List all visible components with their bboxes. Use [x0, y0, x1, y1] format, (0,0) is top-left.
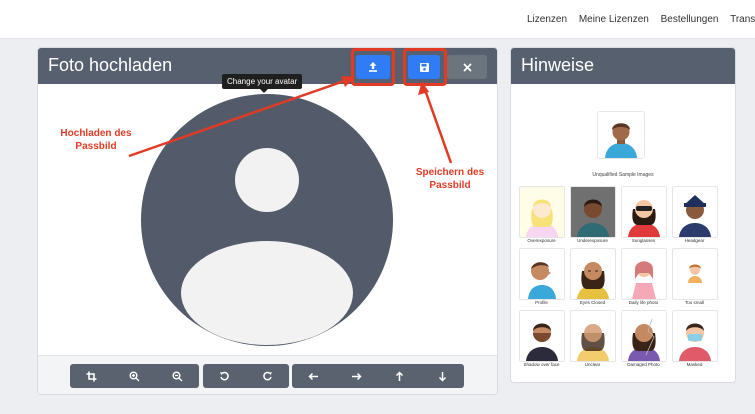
sample-images-caption: Unqualified Sample Images — [592, 172, 654, 178]
nav-link-lizenzen[interactable]: Lizenzen — [527, 14, 567, 25]
sample-good-photo — [597, 111, 645, 159]
sample-damaged-photo: Damaged Photo — [621, 310, 667, 370]
sample-label: Daily life photo — [628, 300, 659, 305]
sample-profile: Profile — [519, 248, 565, 308]
masked-person-icon — [673, 311, 717, 361]
rotate-right-button[interactable] — [246, 364, 289, 388]
upload-button-highlight — [351, 48, 395, 86]
too-small-person-icon — [673, 249, 717, 299]
underexposed-person-icon — [571, 187, 615, 237]
eyes-closed-person-icon — [571, 249, 615, 299]
move-down-button[interactable] — [421, 364, 464, 388]
rotate-left-button[interactable] — [203, 364, 246, 388]
sample-underexposure: Underexposure — [570, 186, 616, 246]
sample-label: Shadow over face — [523, 362, 560, 367]
sample-label: Too small — [684, 300, 704, 305]
photo-upload-panel: Foto hochladen Change your avatar — [37, 47, 498, 395]
top-navigation: Lizenzen Meine Lizenzen Bestellungen Tra… — [0, 0, 755, 39]
sunglasses-person-icon — [622, 187, 666, 237]
sample-label: Eyes Closed — [579, 300, 606, 305]
hints-body: Unqualified Sample Images Overexposure U… — [517, 92, 729, 378]
unclear-person-icon — [571, 311, 615, 361]
close-button[interactable] — [447, 55, 487, 79]
shadow-face-person-icon — [520, 311, 564, 361]
arrow-down-icon — [438, 371, 447, 382]
rotate-group — [203, 364, 289, 388]
move-group — [292, 364, 464, 388]
rotate-right-icon — [263, 371, 272, 380]
crop-zoom-group — [70, 364, 199, 388]
hints-panel-header: Hinweise — [511, 48, 735, 84]
zoom-out-button[interactable] — [156, 364, 199, 388]
sample-shadow-over-face: Shadow over face — [519, 310, 565, 370]
sample-label: Overexposure — [527, 238, 556, 243]
change-avatar-tooltip: Change your avatar — [222, 74, 303, 93]
zoom-in-button[interactable] — [113, 364, 156, 388]
sample-sunglasses: Sunglasses — [621, 186, 667, 246]
sample-label: Damaged Photo — [627, 362, 660, 367]
arrow-right-icon — [352, 372, 362, 380]
overexposed-person-icon — [520, 187, 564, 237]
move-left-button[interactable] — [292, 364, 335, 388]
sample-overexposure: Overexposure — [519, 186, 565, 246]
sample-label: Profile — [535, 300, 548, 305]
sample-too-small: Too small — [672, 248, 718, 308]
zoom-in-icon — [129, 371, 140, 381]
sample-eyes-closed: Eyes Closed — [570, 248, 616, 308]
image-edit-toolbar — [38, 355, 497, 394]
good-photo-person-icon — [598, 112, 644, 158]
rotate-left-icon — [220, 371, 229, 380]
damaged-photo-person-icon — [622, 311, 666, 361]
sample-daily-life: Daily life photo — [621, 248, 667, 308]
nav-link-bestellungen[interactable]: Bestellungen — [661, 14, 719, 25]
sample-label: Masked — [686, 362, 703, 367]
sample-headgear: Headgear — [672, 186, 718, 246]
nav-link-meine-lizenzen[interactable]: Meine Lizenzen — [579, 14, 649, 25]
nav-link-transfer[interactable]: Transf — [730, 14, 755, 25]
sample-label: Unclear — [584, 362, 601, 367]
arrow-left-icon — [308, 372, 318, 380]
close-icon — [463, 63, 471, 71]
crop-button[interactable] — [70, 364, 113, 388]
crop-icon — [86, 371, 97, 381]
sample-label: Headgear — [684, 238, 705, 243]
nav-links: Lizenzen Meine Lizenzen Bestellungen Tra… — [527, 14, 755, 25]
profile-person-icon — [520, 249, 564, 299]
sample-label: Underexposure — [577, 238, 608, 243]
zoom-out-icon — [172, 371, 183, 381]
hints-panel: Hinweise Unqualified Sample Images Overe… — [510, 47, 736, 383]
daily-life-person-icon — [622, 249, 666, 299]
sample-masked: Masked — [672, 310, 718, 370]
save-button-highlight — [403, 48, 447, 86]
avatar-placeholder[interactable] — [141, 94, 393, 346]
headgear-person-icon — [673, 187, 717, 237]
upload-panel-title: Foto hochladen — [48, 55, 173, 75]
upload-callout: Hochladen des Passbild — [60, 128, 132, 152]
hints-panel-title: Hinweise — [521, 55, 595, 75]
move-up-button[interactable] — [378, 364, 421, 388]
move-right-button[interactable] — [335, 364, 378, 388]
sample-unclear: Unclear — [570, 310, 616, 370]
arrow-up-icon — [395, 370, 404, 381]
sample-label: Sunglasses — [631, 238, 656, 243]
save-callout: Speichern des Passbild — [415, 167, 485, 191]
